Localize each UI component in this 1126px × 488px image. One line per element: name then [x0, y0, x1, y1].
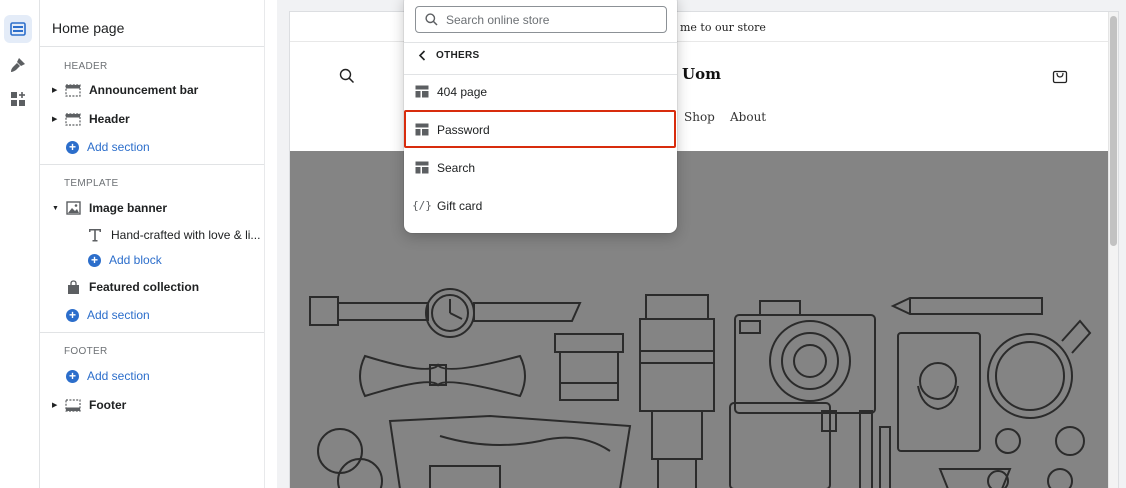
- footer-group-label: FOOTER: [64, 346, 108, 357]
- search-icon: [425, 13, 438, 26]
- divider: [40, 164, 264, 165]
- search-input[interactable]: Search online store: [415, 6, 667, 33]
- add-section-footer-button[interactable]: + Add section: [66, 366, 150, 386]
- plus-circle-icon: +: [66, 369, 79, 383]
- plus-circle-icon: +: [88, 253, 101, 267]
- block-text[interactable]: Hand-crafted with love & li...: [86, 224, 260, 246]
- menu-item-gift-card[interactable]: {/} Gift card: [404, 187, 677, 224]
- add-section-label: Add section: [87, 308, 150, 322]
- code-liquid-icon: {/}: [412, 199, 432, 212]
- theme-editor: Home page HEADER ▶ Announcement bar ▶ He…: [0, 0, 1126, 488]
- search-placeholder: Search online store: [446, 12, 550, 27]
- add-section-label: Add section: [87, 369, 150, 383]
- add-section-header-button[interactable]: + Add section: [66, 137, 150, 157]
- page-title: Home page: [52, 20, 125, 36]
- announcement-text: me to our store: [680, 21, 766, 34]
- text-block-icon: [86, 228, 104, 242]
- cart-icon[interactable]: [1052, 67, 1068, 89]
- store-logo[interactable]: Uom: [682, 65, 721, 83]
- template-group-label: TEMPLATE: [64, 178, 119, 189]
- page-layout-icon: [414, 160, 430, 176]
- announcement-bar-icon: [64, 83, 82, 97]
- icon-rail: [0, 0, 40, 488]
- header-group-label: HEADER: [64, 61, 108, 72]
- section-header[interactable]: ▶ Header: [52, 108, 130, 130]
- section-label: Header: [89, 112, 130, 126]
- menu-item-search[interactable]: Search: [404, 149, 677, 186]
- plus-circle-icon: +: [66, 140, 79, 154]
- sections-sidebar: Home page HEADER ▶ Announcement bar ▶ He…: [40, 0, 277, 488]
- sidebar-scrollbar[interactable]: [264, 0, 277, 488]
- menu-item-label: Search: [437, 160, 476, 175]
- block-label: Hand-crafted with love & li...: [111, 228, 261, 242]
- highlight-password-outline: [404, 110, 676, 148]
- divider: [40, 332, 264, 333]
- divider: [40, 46, 277, 47]
- menu-item-404-page[interactable]: 404 page: [404, 73, 677, 110]
- section-announcement-bar[interactable]: ▶ Announcement bar: [52, 79, 198, 101]
- sections-icon[interactable]: [4, 15, 32, 43]
- apps-icon[interactable]: [4, 85, 32, 113]
- menu-item-label: Gift card: [437, 198, 483, 213]
- search-icon[interactable]: [339, 68, 355, 89]
- nav-link-shop[interactable]: Shop: [684, 110, 715, 124]
- expand-caret-icon[interactable]: ▶: [52, 115, 62, 123]
- add-section-template-button[interactable]: + Add section: [66, 305, 150, 325]
- menu-item-label: 404 page: [437, 84, 488, 99]
- collapse-caret-icon[interactable]: ▼: [52, 205, 62, 212]
- section-label: Footer: [89, 398, 127, 412]
- plus-circle-icon: +: [66, 308, 79, 322]
- section-label: Featured collection: [89, 280, 200, 294]
- section-label: Announcement bar: [89, 83, 199, 97]
- section-image-banner[interactable]: ▼ Image banner: [52, 197, 167, 219]
- theme-settings-brush-icon[interactable]: [4, 51, 32, 79]
- shopping-bag-icon: [64, 279, 82, 294]
- add-block-button[interactable]: + Add block: [88, 250, 162, 270]
- header-icon: [64, 112, 82, 126]
- group-label: OTHERS: [436, 50, 480, 61]
- image-icon: [64, 201, 82, 215]
- section-footer[interactable]: ▶ Footer: [52, 394, 126, 416]
- back-to-categories-button[interactable]: OTHERS: [418, 50, 479, 61]
- preview-scrollbar-thumb[interactable]: [1110, 16, 1117, 246]
- section-label: Image banner: [89, 201, 168, 215]
- page-layout-icon: [414, 84, 430, 100]
- divider: [404, 42, 677, 43]
- add-section-label: Add section: [87, 140, 150, 154]
- chevron-left-icon: [418, 50, 426, 61]
- footer-icon: [64, 398, 82, 412]
- nav-link-about[interactable]: About: [730, 110, 766, 124]
- section-featured-collection[interactable]: Featured collection: [52, 276, 199, 298]
- expand-caret-icon[interactable]: ▶: [52, 86, 62, 94]
- expand-caret-icon[interactable]: ▶: [52, 401, 62, 409]
- add-block-label: Add block: [109, 253, 162, 267]
